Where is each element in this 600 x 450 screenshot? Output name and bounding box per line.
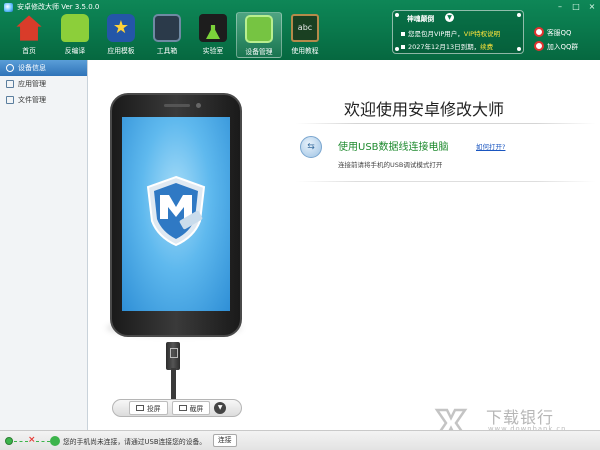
video-icon xyxy=(136,405,144,411)
toolbar-tutorial-label: 使用教程 xyxy=(291,47,319,55)
divider xyxy=(296,181,596,182)
panel-corner-dot xyxy=(517,13,521,17)
vip-status-text: 您是包月VIP用户， xyxy=(408,30,464,38)
panel-corner-dot xyxy=(395,47,399,51)
sidebar-item-label: 应用管理 xyxy=(18,80,46,88)
sidebar-item-file-manager[interactable]: 文件管理 xyxy=(0,92,87,108)
app-shield-logo-icon xyxy=(146,175,206,247)
star-template-icon: ★ xyxy=(107,14,135,42)
customer-service-qq-label: 客服QQ xyxy=(547,29,572,37)
phone-camera xyxy=(196,103,201,108)
sidebar-item-app-manager[interactable]: 应用管理 xyxy=(0,76,87,92)
usb-icon: ⇆ xyxy=(300,136,322,158)
toolbar-toolbox[interactable]: 工具箱 xyxy=(144,12,190,58)
bullet-icon xyxy=(401,32,405,36)
toolbar-home-label: 首页 xyxy=(22,47,36,55)
join-qq-group-link[interactable]: 加入QQ群 xyxy=(534,40,578,52)
bullet-icon xyxy=(401,45,405,49)
toolbox-icon xyxy=(153,14,181,42)
how-to-enable-link[interactable]: 如何打开? xyxy=(476,141,505,151)
main-toolbar: 首页 反编译 ★ 应用模板 工具箱 实验室 设备管理 abc 使用教程 xyxy=(0,12,328,58)
toolbar-home[interactable]: 首页 xyxy=(6,12,52,58)
qq-icon xyxy=(534,27,544,37)
sidebar-item-device-info[interactable]: 设备信息 xyxy=(0,60,87,76)
sidebar: 设备信息 应用管理 文件管理 xyxy=(0,60,88,430)
vip-expiry-text: 2027年12月13日到期， xyxy=(408,43,481,51)
sidebar-item-label: 设备信息 xyxy=(18,64,46,72)
qq-group-icon xyxy=(534,41,544,51)
file-manager-icon xyxy=(6,96,14,104)
panel-corner-dot xyxy=(395,13,399,17)
minimize-button[interactable]: – xyxy=(555,2,565,11)
main-content: 投屏 截屏 ▼ 欢迎使用安卓修改大师 ⇆ 使用USB数据线连接电脑 如何打开? … xyxy=(88,60,600,430)
vip-username: 神魂颠倒 xyxy=(407,15,435,23)
phone-illustration xyxy=(110,93,242,337)
toolbar-lab-label: 实验室 xyxy=(202,47,224,55)
sidebar-item-label: 文件管理 xyxy=(18,96,46,104)
screenshot-label: 截屏 xyxy=(189,405,204,413)
connection-line xyxy=(36,441,50,442)
phone-action-bar: 投屏 截屏 ▼ xyxy=(112,399,242,417)
device-status-icon xyxy=(50,436,60,446)
divider xyxy=(296,123,596,124)
usb-connect-title: 使用USB数据线连接电脑 xyxy=(338,142,449,153)
crop-icon xyxy=(178,405,187,411)
maximize-button[interactable]: □ xyxy=(571,2,581,11)
window-controls: – □ × xyxy=(555,2,597,11)
vip-info-panel: 神魂颠倒 ▼ 您是包月VIP用户，VIP特权说明 2027年12月13日到期，续… xyxy=(392,10,524,54)
panel-corner-dot xyxy=(517,47,521,51)
pc-status-icon xyxy=(5,437,13,445)
app-manager-icon xyxy=(6,80,14,88)
phone-screen xyxy=(122,117,230,311)
device-info-icon xyxy=(6,64,14,72)
toolbar-device-manager-label: 设备管理 xyxy=(245,48,273,56)
screencast-label: 投屏 xyxy=(147,405,161,413)
app-window: 安卓修改大师 Ver 3.5.0.0 – □ × 首页 反编译 ★ 应用模板 工… xyxy=(0,0,600,450)
toolbar-device-manager[interactable]: 设备管理 xyxy=(236,12,282,58)
toolbar-app-template-label: 应用模板 xyxy=(107,47,135,55)
usb-debug-hint: 连接前请将手机的USB调试模式打开 xyxy=(338,161,443,169)
disconnected-icon: × xyxy=(28,435,36,445)
join-qq-group-label: 加入QQ群 xyxy=(547,43,579,51)
phone-preview: 投屏 截屏 ▼ xyxy=(88,60,288,430)
welcome-title: 欢迎使用安卓修改大师 xyxy=(344,100,505,119)
phone-speaker xyxy=(164,104,190,107)
toolbar-lab[interactable]: 实验室 xyxy=(190,12,236,58)
toolbar-tutorial[interactable]: abc 使用教程 xyxy=(282,12,328,58)
blackboard-icon: abc xyxy=(291,14,319,42)
connection-line xyxy=(14,441,28,442)
header: 安卓修改大师 Ver 3.5.0.0 – □ × 首页 反编译 ★ 应用模板 工… xyxy=(0,0,600,60)
toolbar-decompile-label: 反编译 xyxy=(64,47,86,55)
device-check-icon xyxy=(245,15,273,43)
toolbar-decompile[interactable]: 反编译 xyxy=(52,12,98,58)
connection-status-text: 您的手机尚未连接，请通过USB连接您的设备。 xyxy=(63,438,207,446)
status-bar: × 您的手机尚未连接，请通过USB连接您的设备。 连接 xyxy=(0,430,600,450)
android-icon xyxy=(61,14,89,42)
screenshot-button[interactable]: 截屏 xyxy=(171,401,211,415)
home-icon xyxy=(16,15,42,41)
app-logo-icon xyxy=(4,2,13,12)
chevron-down-icon[interactable]: ▼ xyxy=(445,13,454,22)
customer-service-qq-link[interactable]: 客服QQ xyxy=(534,26,571,38)
connect-button[interactable]: 连接 xyxy=(213,434,237,447)
usb-plug xyxy=(166,342,180,370)
close-button[interactable]: × xyxy=(587,2,597,11)
more-dropdown-icon[interactable]: ▼ xyxy=(214,402,227,414)
vip-expiry-line: 2027年12月13日到期，续费 xyxy=(401,41,493,51)
vip-privilege-link[interactable]: VIP特权说明 xyxy=(464,30,500,38)
flask-icon xyxy=(199,14,227,42)
toolbar-toolbox-label: 工具箱 xyxy=(156,47,178,55)
screencast-button[interactable]: 投屏 xyxy=(129,401,168,415)
vip-renew-link[interactable]: 续费 xyxy=(480,43,493,51)
vip-status-line: 您是包月VIP用户，VIP特权说明 xyxy=(401,28,500,38)
toolbar-app-template[interactable]: ★ 应用模板 xyxy=(98,12,144,58)
app-title: 安卓修改大师 Ver 3.5.0.0 xyxy=(17,3,100,11)
